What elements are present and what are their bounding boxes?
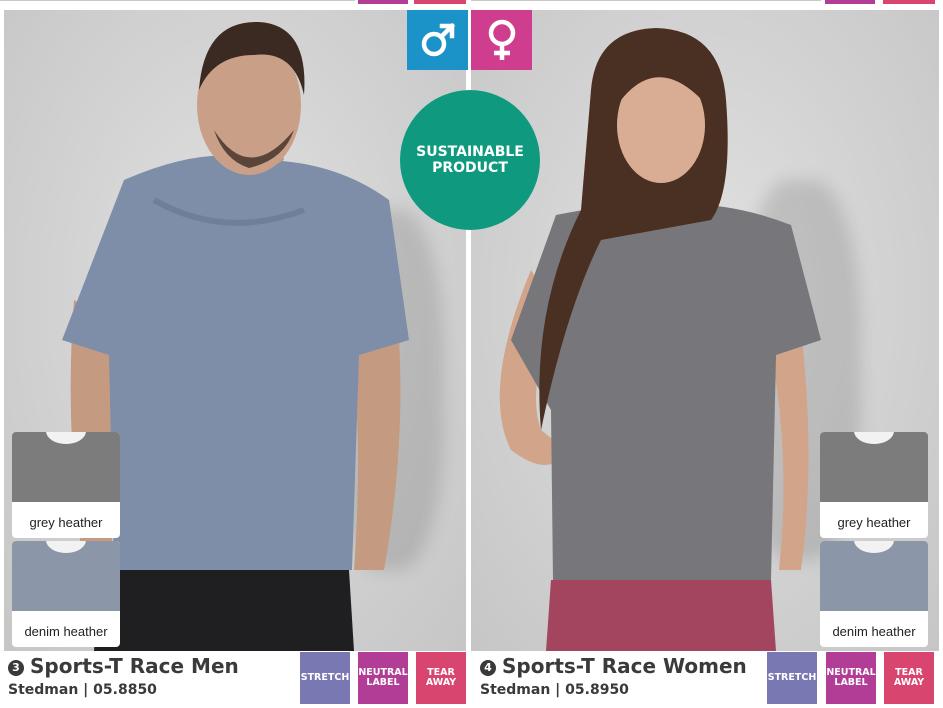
badge-label: LABEL <box>834 677 868 688</box>
women-tear-away-badge: TEAR AWAY <box>884 652 934 704</box>
sustainable-text-line2: PRODUCT <box>432 160 508 176</box>
product-number: 3 <box>8 660 24 676</box>
men-tear-away-badge: TEAR AWAY <box>416 652 466 704</box>
women-product-code: Stedman | 05.8950 <box>480 682 629 698</box>
sustainable-product-badge: SUSTAINABLE PRODUCT <box>400 90 540 230</box>
badge-label: STRETCH <box>300 672 350 683</box>
women-neutral-label-badge: NEUTRAL LABEL <box>826 652 876 704</box>
men-product-caption: 3 Sports-T Race Men Stedman | 05.8850 <box>8 654 298 704</box>
men-neutral-label-badge: NEUTRAL LABEL <box>358 652 408 704</box>
product-name: Sports-T Race Women <box>502 654 747 678</box>
top-divider-left <box>0 0 355 1</box>
top-chip-4 <box>883 0 935 4</box>
swatch-denim-heather[interactable]: denim heather <box>12 541 120 647</box>
badge-label: LABEL <box>366 677 400 688</box>
men-product-photo: grey heather denim heather <box>4 10 466 651</box>
women-product-title: 4 Sports-T Race Women <box>480 654 747 678</box>
swatch-label: denim heather <box>24 624 108 639</box>
top-chip-1 <box>358 0 408 4</box>
swatch-grey-heather[interactable]: grey heather <box>12 432 120 538</box>
swatch-denim-heather[interactable]: denim heather <box>820 541 928 647</box>
swatch-grey-heather[interactable]: grey heather <box>820 432 928 538</box>
swatch-label: grey heather <box>837 515 911 530</box>
top-divider-right <box>471 0 821 1</box>
male-symbol-icon <box>407 10 468 70</box>
badge-label: AWAY <box>893 677 925 688</box>
top-chip-2 <box>414 0 466 4</box>
gender-icons <box>407 10 532 70</box>
sustainable-text-line1: SUSTAINABLE <box>416 144 524 160</box>
men-stretch-badge: STRETCH <box>300 652 350 704</box>
product-name: Sports-T Race Men <box>30 654 239 678</box>
women-product-caption: 4 Sports-T Race Women Stedman | 05.8950 <box>480 654 770 704</box>
top-strip <box>0 0 943 8</box>
swatch-label: denim heather <box>832 624 916 639</box>
badge-label: STRETCH <box>767 672 817 683</box>
women-stretch-badge: STRETCH <box>767 652 817 704</box>
product-number: 4 <box>480 660 496 676</box>
top-chip-3 <box>825 0 875 4</box>
female-symbol-icon <box>471 10 532 70</box>
men-product-code: Stedman | 05.8850 <box>8 682 157 698</box>
badge-label: AWAY <box>425 677 457 688</box>
men-product-title: 3 Sports-T Race Men <box>8 654 239 678</box>
women-product-photo: grey heather denim heather <box>471 10 939 651</box>
swatch-label: grey heather <box>29 515 103 530</box>
